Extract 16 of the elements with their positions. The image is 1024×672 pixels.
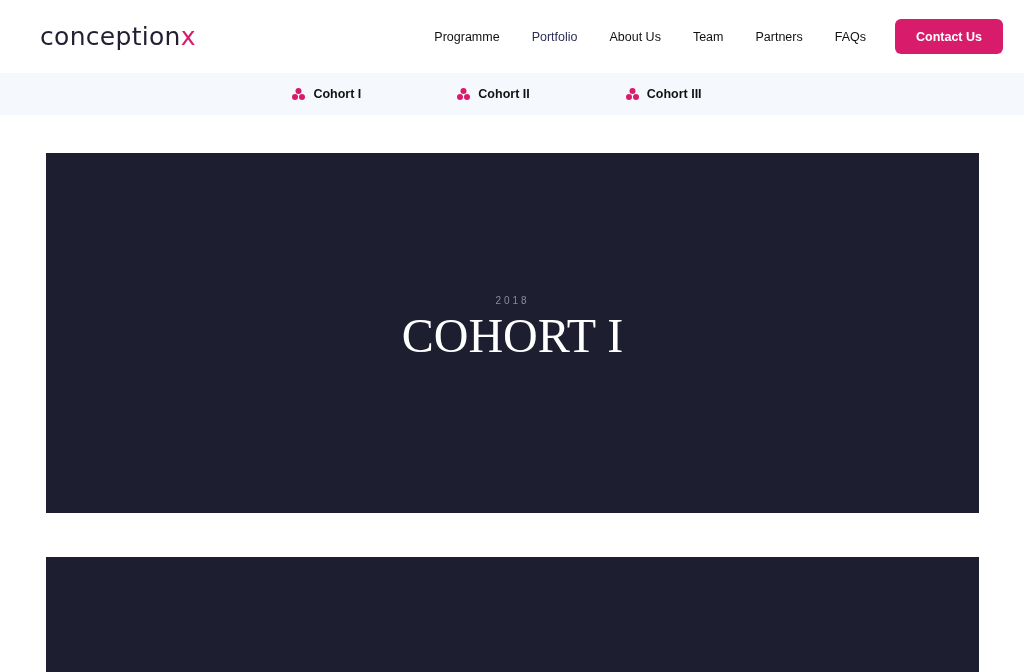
year-label: 2018 <box>495 295 530 306</box>
cluster-icon <box>625 88 639 100</box>
cohort-title: COHORT I <box>401 308 624 363</box>
cohort-link[interactable]: Cohort III <box>646 87 702 101</box>
cohort-link[interactable]: Cohort II <box>478 87 530 101</box>
logo[interactable]: conceptionx <box>40 22 196 51</box>
cohort-link[interactable]: Cohort I <box>313 87 362 101</box>
cluster-icon <box>457 88 471 100</box>
nav-link[interactable]: Programme <box>434 29 500 44</box>
cluster-icon <box>292 88 306 100</box>
contact-button[interactable]: Contact Us <box>895 19 1003 54</box>
nav-link[interactable]: Partners <box>755 29 803 44</box>
nav-link[interactable]: Team <box>692 29 724 44</box>
nav-link[interactable]: About Us <box>609 29 661 44</box>
nav-link[interactable]: Portfolio <box>531 29 578 44</box>
nav-link[interactable]: FAQs <box>834 29 866 44</box>
